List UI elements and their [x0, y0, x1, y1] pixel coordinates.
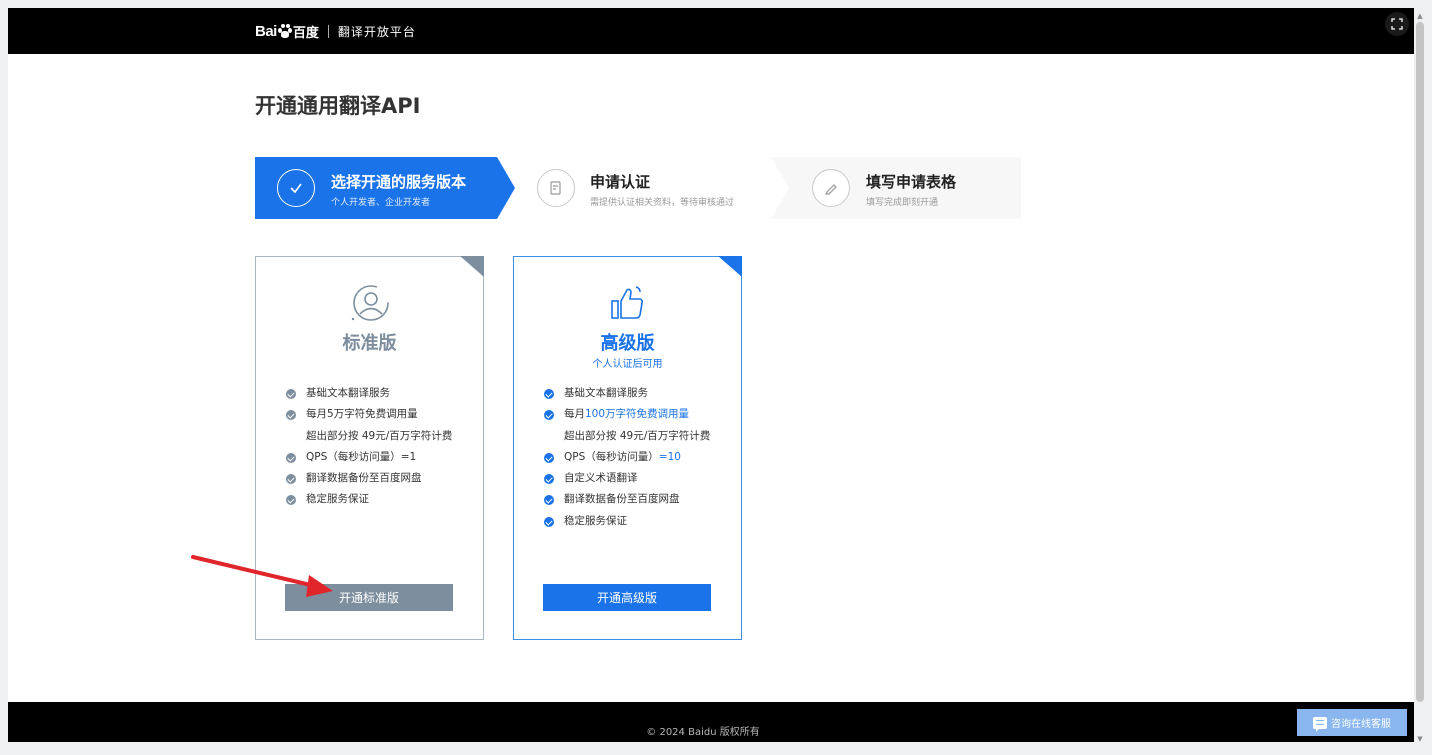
logo-baidu-text: 百度 [292, 25, 319, 41]
check-icon [286, 389, 296, 399]
feature-item: 翻译数据备份至百度网盘 [544, 489, 710, 510]
paw-icon [277, 24, 292, 38]
step-title: 申请认证 [590, 173, 651, 191]
check-icon [286, 474, 296, 485]
step-title: 填写申请表格 [866, 173, 957, 191]
feature-item: 每月5万字符免费调用量 [286, 404, 452, 425]
feature-item: 稳定服务保证 [286, 489, 452, 510]
scroll-down-icon[interactable]: ▼ [1416, 735, 1424, 743]
feature-item: 自定义术语翻译 [544, 468, 710, 489]
user-icon [351, 285, 389, 321]
app-window: Bai 百度 翻译开放平台 开通通用翻译API 选择开通的服务版本 个人开发者、… [8, 8, 1414, 742]
check-icon [544, 495, 554, 506]
pencil-icon [812, 169, 850, 207]
step-subtitle: 需提供认证相关资料，等待审核通过 [590, 198, 735, 208]
expand-icon[interactable] [1385, 12, 1409, 36]
feature-item: 每月100万字符免费调用量 [544, 404, 710, 425]
check-icon [544, 516, 554, 527]
feature-item: QPS（每秒访问量）=10 [544, 447, 710, 468]
annotation-arrow-icon [191, 555, 333, 597]
plan-subtitle: 个人认证后可用 [592, 359, 663, 370]
card-corner-fold [460, 256, 484, 277]
check-icon [286, 452, 296, 463]
page-title: 开通通用翻译API [255, 94, 421, 118]
scroll-up-icon[interactable]: ▲ [1416, 12, 1424, 20]
check-icon [544, 410, 554, 421]
check-icon [544, 389, 554, 399]
feature-item: 稳定服务保证 [544, 511, 710, 532]
thumbs-up-icon [611, 286, 644, 319]
activate-advanced-button[interactable]: 开通高级版 [543, 584, 711, 611]
check-icon [286, 495, 296, 506]
check-icon [286, 410, 296, 421]
logo-divider [327, 24, 329, 38]
step-apply-certification: 申请认证 需提供认证相关资料，等待审核通过 [523, 157, 771, 219]
feature-item: 基础文本翻译服务 [544, 383, 710, 404]
step-title: 选择开通的服务版本 [331, 173, 467, 191]
plan-title: 标准版 [342, 333, 397, 354]
plan-card-advanced: 高级版 个人认证后可用 基础文本翻译服务 每月100万字符免费调用量 超出部分按… [513, 256, 742, 640]
step-subtitle: 个人开发者、企业开发者 [331, 198, 431, 208]
platform-name: 翻译开放平台 [337, 24, 416, 39]
logo-bai-text: Bai [255, 22, 277, 40]
baidu-logo[interactable]: Bai 百度 翻译开放平台 [255, 22, 416, 41]
top-nav-bar: Bai 百度 翻译开放平台 [8, 8, 1414, 54]
check-icon [544, 452, 554, 463]
card-corner-fold [718, 256, 742, 277]
feature-item: QPS（每秒访问量）=1 [286, 447, 452, 468]
step-fill-form: 填写申请表格 填写完成即刻开通 [771, 157, 1021, 219]
scrollbar-thumb[interactable] [1416, 22, 1424, 702]
feature-list: 基础文本翻译服务 每月100万字符免费调用量 超出部分按 49元/百万字符计费 … [544, 383, 710, 532]
check-circle-icon [277, 169, 315, 207]
feature-note: 超出部分按 49元/百万字符计费 [306, 429, 453, 442]
feature-note: 超出部分按 49元/百万字符计费 [564, 429, 711, 442]
plan-title: 高级版 [600, 333, 655, 354]
feature-list: 基础文本翻译服务 每月5万字符免费调用量 超出部分按 49元/百万字符计费 QP… [286, 383, 452, 511]
copyright-text: © 2024 Baidu 版权所有 [646, 727, 760, 738]
progress-steps: 选择开通的服务版本 个人开发者、企业开发者 申请认证 需提供认证相关资料，等待审… [255, 157, 1021, 219]
feature-item: 翻译数据备份至百度网盘 [286, 468, 452, 489]
check-icon [544, 474, 554, 485]
document-edit-icon [537, 169, 575, 207]
feature-item: 基础文本翻译服务 [286, 383, 452, 404]
step-divider [771, 157, 789, 219]
step-select-version: 选择开通的服务版本 个人开发者、企业开发者 [255, 157, 515, 219]
step-subtitle: 填写完成即刻开通 [866, 198, 939, 208]
